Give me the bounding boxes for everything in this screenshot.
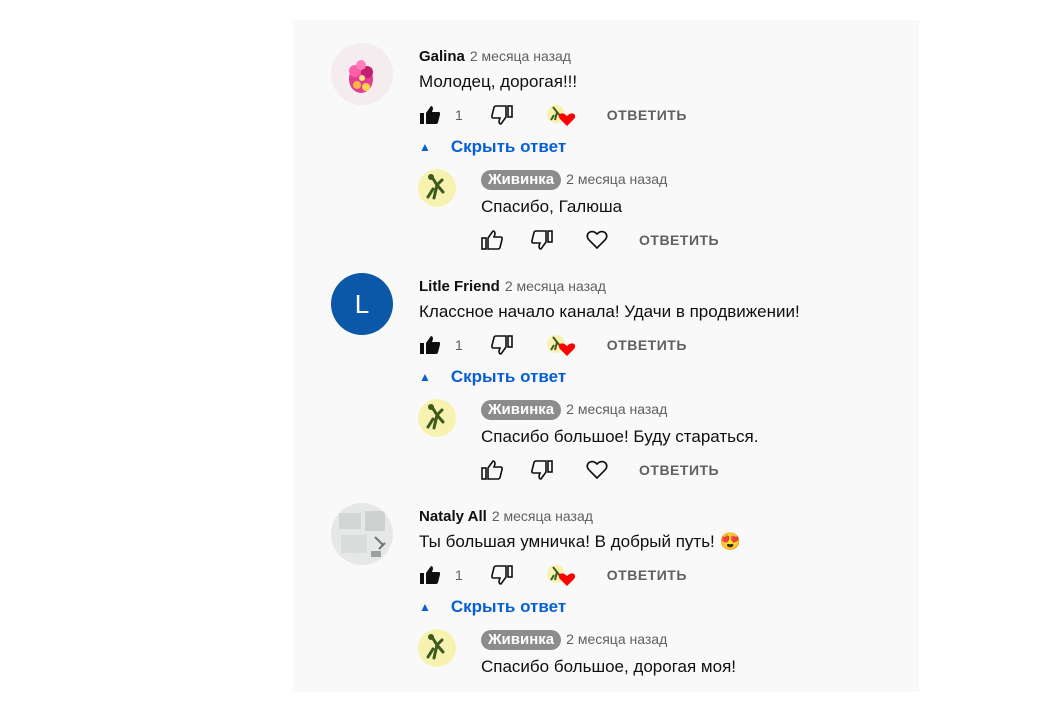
hide-replies-button[interactable]: ▲ Скрыть ответ <box>419 367 566 387</box>
comment-toolbar: 1 ОТВЕТИТЬ <box>419 333 687 357</box>
creator-badge[interactable]: Живинка <box>481 630 562 650</box>
reply-meta: Живинка 2 месяца назад <box>481 400 667 420</box>
reply-text: Спасибо большое! Буду стараться. <box>481 427 759 446</box>
thumb-down-icon[interactable] <box>490 565 513 585</box>
comment-text: Классное начало канала! Удачи в продвиже… <box>419 302 800 321</box>
thumb-up-icon[interactable] <box>481 230 503 250</box>
avatar[interactable]: L <box>331 273 393 335</box>
thumb-up-icon[interactable] <box>481 460 503 480</box>
thumb-down-icon[interactable] <box>490 105 513 125</box>
comment-timestamp[interactable]: 2 месяца назад <box>492 508 593 524</box>
comment-meta: Galina 2 месяца назад <box>419 48 571 65</box>
reply-timestamp[interactable]: 2 месяца назад <box>566 401 667 417</box>
reply-avatar[interactable] <box>418 169 456 207</box>
avatar[interactable] <box>331 43 393 105</box>
creator-heart-icon[interactable] <box>545 563 575 587</box>
reply-toolbar: ОТВЕТИТЬ <box>481 228 719 252</box>
hide-replies-button[interactable]: ▲ Скрыть ответ <box>419 137 566 157</box>
thumb-down-icon[interactable] <box>490 335 513 355</box>
caret-up-icon: ▲ <box>419 140 431 154</box>
comment-text: Ты большая умничка! В добрый путь! 😍 <box>419 532 741 551</box>
comment-meta: Litle Friend 2 месяца назад <box>419 278 606 295</box>
thumb-down-icon[interactable] <box>531 230 553 250</box>
reply-avatar[interactable] <box>418 629 456 667</box>
hide-replies-label: Скрыть ответ <box>450 597 567 616</box>
comment-toolbar: 1 ОТВЕТИТЬ <box>419 563 687 587</box>
reply-meta: Живинка 2 месяца назад <box>481 170 667 190</box>
comment-author[interactable]: Nataly All <box>419 508 487 525</box>
reply-button[interactable]: ОТВЕТИТЬ <box>639 232 719 248</box>
comment-author[interactable]: Galina <box>419 48 465 65</box>
reply-toolbar: ОТВЕТИТЬ <box>481 458 719 482</box>
creator-badge[interactable]: Живинка <box>481 170 562 190</box>
reply-meta: Живинка 2 месяца назад <box>481 630 667 650</box>
thumb-up-icon[interactable] <box>419 335 441 355</box>
creator-badge[interactable]: Живинка <box>481 400 562 420</box>
comments-panel: Galina 2 месяца назад Молодец, дорогая!!!… <box>293 20 919 692</box>
reply-button[interactable]: ОТВЕТИТЬ <box>607 337 687 353</box>
caret-up-icon: ▲ <box>419 600 431 614</box>
comment-toolbar: 1 ОТВЕТИТЬ <box>419 103 687 127</box>
like-count: 1 <box>455 567 463 583</box>
reply-text: Спасибо большое, дорогая моя! <box>481 657 736 676</box>
reply-text: Спасибо, Галюша <box>481 197 623 216</box>
thumb-up-icon[interactable] <box>419 565 441 585</box>
thumb-up-icon[interactable] <box>419 105 441 125</box>
reply-timestamp[interactable]: 2 месяца назад <box>566 171 667 187</box>
creator-heart-icon[interactable] <box>545 103 575 127</box>
thumb-down-icon[interactable] <box>531 460 553 480</box>
heart-outline-icon[interactable] <box>585 230 609 250</box>
hide-replies-label: Скрыть ответ <box>450 367 567 386</box>
hide-replies-label: Скрыть ответ <box>450 137 567 156</box>
comment-meta: Nataly All 2 месяца назад <box>419 508 593 525</box>
reply-button[interactable]: ОТВЕТИТЬ <box>639 462 719 478</box>
reply-button[interactable]: ОТВЕТИТЬ <box>607 107 687 123</box>
hide-replies-button[interactable]: ▲ Скрыть ответ <box>419 597 566 617</box>
comment-text: Молодец, дорогая!!! <box>419 72 578 91</box>
reply-button[interactable]: ОТВЕТИТЬ <box>607 567 687 583</box>
comment-timestamp[interactable]: 2 месяца назад <box>505 278 606 294</box>
comment-author[interactable]: Litle Friend <box>419 278 500 295</box>
like-count: 1 <box>455 337 463 353</box>
creator-heart-icon[interactable] <box>545 333 575 357</box>
like-count: 1 <box>455 107 463 123</box>
comment-timestamp[interactable]: 2 месяца назад <box>470 48 571 64</box>
avatar[interactable] <box>331 503 393 565</box>
heart-outline-icon[interactable] <box>585 460 609 480</box>
reply-timestamp[interactable]: 2 месяца назад <box>566 631 667 647</box>
reply-avatar[interactable] <box>418 399 456 437</box>
avatar-letter: L <box>354 288 370 319</box>
caret-up-icon: ▲ <box>419 370 431 384</box>
